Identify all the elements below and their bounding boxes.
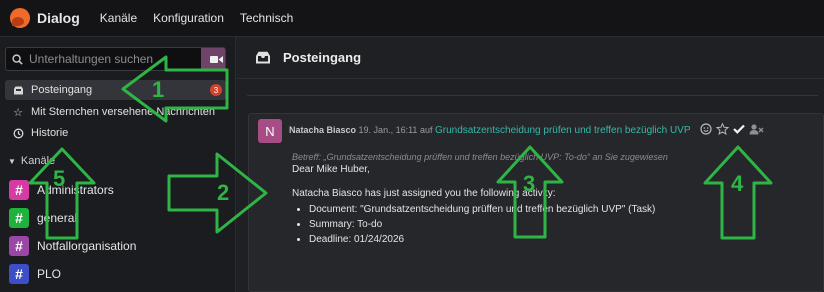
menu-kanaele[interactable]: Kanäle: [92, 11, 145, 25]
channel-general[interactable]: # general: [9, 207, 77, 229]
star-icon: [716, 123, 729, 135]
video-camera-icon: [209, 55, 223, 63]
top-menu: Kanäle Konfiguration Technisch: [92, 11, 301, 25]
message-author[interactable]: Natacha Biasco: [289, 125, 356, 135]
list-item: Summary: To-do: [309, 219, 655, 231]
search-icon: [12, 53, 23, 65]
inbox-icon: [256, 51, 270, 64]
sidebar-item-label: Posteingang: [31, 84, 93, 96]
hash-icon: #: [9, 180, 29, 200]
message-subject-link[interactable]: Grundsatzentscheidung prüfen und treffen…: [435, 125, 691, 136]
channel-label: PLO: [37, 267, 62, 281]
sidebar: Posteingang 3 ☆ Mit Sternchen versehene …: [0, 37, 236, 292]
history-icon: [9, 128, 27, 139]
sidebar-item-posteingang[interactable]: Posteingang 3: [5, 80, 226, 100]
message-reference-line: Betreff: „Grundsatzentscheidung prüffen …: [292, 152, 668, 162]
video-call-button[interactable]: [201, 48, 225, 70]
main-header: Posteingang: [237, 37, 824, 79]
avatar[interactable]: N: [258, 119, 282, 143]
message-text: Natacha Biasco has just assigned you the…: [292, 188, 556, 199]
add-reaction-button[interactable]: [700, 123, 712, 135]
menu-konfiguration[interactable]: Konfiguration: [145, 11, 232, 25]
activity-details-list: Document: "Grundsatzentscheidung prüffen…: [309, 204, 655, 246]
message-body: Dear Mike Huber, Natacha Biasco has just…: [292, 164, 655, 249]
section-title: Kanäle: [20, 155, 56, 167]
channel-plo[interactable]: # PLO: [9, 263, 61, 285]
smiley-icon: [700, 123, 712, 135]
sidebar-item-historie[interactable]: Historie: [5, 123, 226, 143]
divider: [247, 95, 818, 96]
star-icon: ☆: [13, 106, 23, 119]
app-root: Dialog Kanäle Konfiguration Technisch Un…: [0, 0, 824, 292]
hash-icon: #: [9, 264, 29, 284]
channel-label: Administrators: [37, 183, 114, 197]
hash-icon: #: [9, 236, 29, 256]
channel-administrators[interactable]: # Administrators: [9, 179, 114, 201]
main-panel: Posteingang N Natacha Biasco 19. Jan., 1…: [237, 37, 824, 292]
message-greeting: Dear Mike Huber,: [292, 164, 370, 175]
channel-label: general: [37, 211, 78, 225]
list-item: Deadline: 01/24/2026: [309, 234, 655, 246]
hash-icon: #: [9, 208, 29, 228]
page-title: Posteingang: [283, 50, 362, 65]
sidebar-item-label: Mit Sternchen versehene Nachrichten: [31, 106, 216, 118]
message-actions: [700, 123, 768, 135]
app-name[interactable]: Dialog: [37, 10, 80, 26]
chevron-down-icon: ▼: [8, 156, 16, 166]
sidebar-item-label: Historie: [31, 127, 69, 139]
message-date: 19. Jan., 16:11: [358, 125, 418, 135]
checkmark-icon: [733, 124, 745, 134]
message-on: auf: [419, 125, 433, 135]
inbox-icon: [9, 86, 27, 95]
assign-user-button[interactable]: [749, 123, 764, 135]
message-header: Natacha Biasco 19. Jan., 16:11 auf Grund…: [289, 125, 691, 136]
sidebar-item-starred[interactable]: ☆ Mit Sternchen versehene Nachrichten: [5, 102, 226, 122]
search-box: [5, 47, 226, 71]
star-button[interactable]: [716, 123, 729, 135]
unread-count-badge: 3: [210, 84, 222, 96]
app-logo[interactable]: [10, 8, 30, 28]
menu-technisch[interactable]: Technisch: [232, 11, 301, 25]
channel-notfallorganisation[interactable]: # Notfallorganisation: [9, 235, 136, 257]
top-navbar: Dialog Kanäle Konfiguration Technisch: [0, 0, 824, 37]
user-slash-icon: [749, 123, 764, 134]
message-card[interactable]: N Natacha Biasco 19. Jan., 16:11 auf Gru…: [248, 113, 824, 292]
search-input[interactable]: [29, 52, 189, 66]
channel-label: Notfallorganisation: [37, 239, 137, 253]
mark-done-button[interactable]: [733, 124, 745, 134]
channels-section-header[interactable]: ▼ Kanäle: [8, 155, 55, 167]
list-item: Document: "Grundsatzentscheidung prüffen…: [309, 204, 655, 216]
